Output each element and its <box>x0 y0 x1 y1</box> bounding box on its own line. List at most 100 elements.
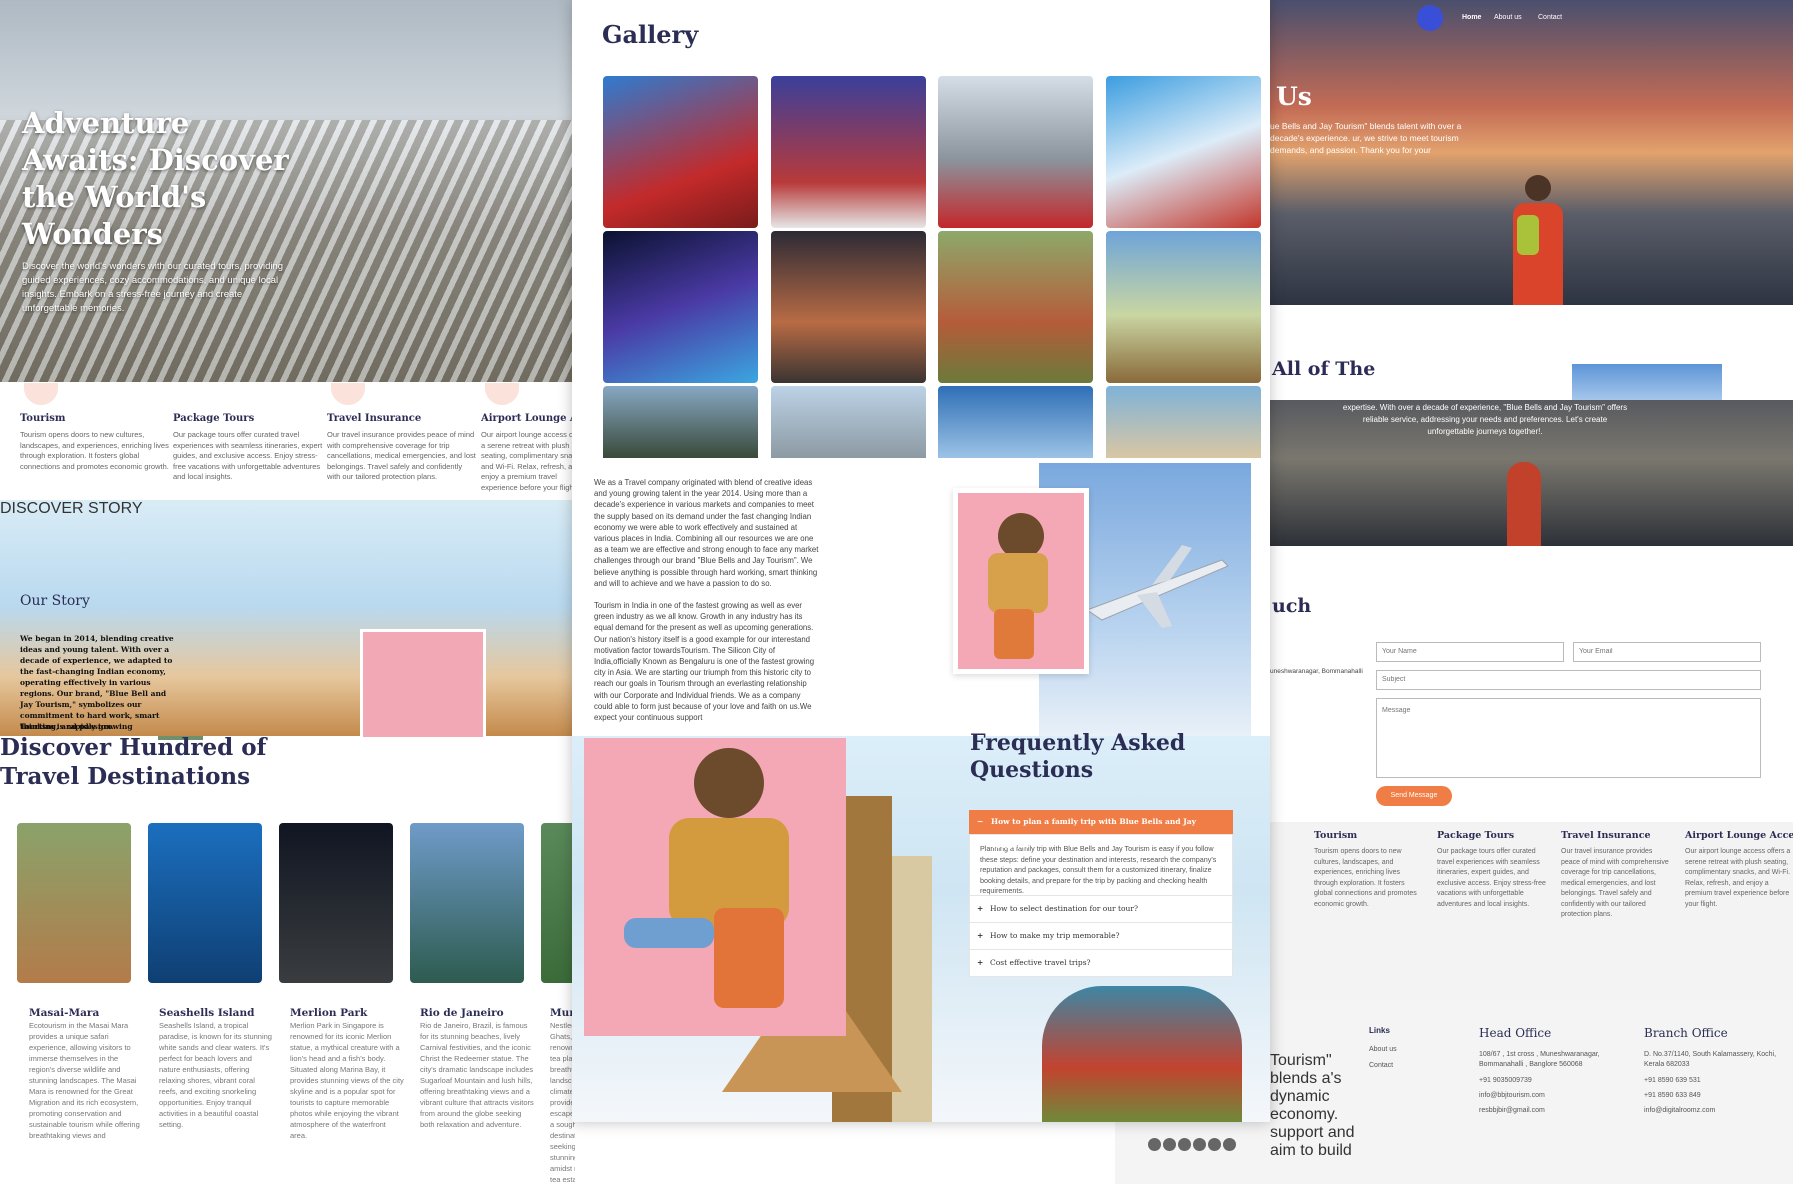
about-paragraph-2: Tourism in India in one of the fastest g… <box>594 601 815 723</box>
hero-banner: Adventure Awaits: Discover the World's W… <box>0 0 575 382</box>
nav-about[interactable]: About us <box>1494 14 1522 21</box>
branch-office-title: Branch Office <box>1644 1026 1728 1040</box>
branch-office-address: Kerala 682033 <box>1644 1061 1690 1068</box>
head-office-phone[interactable]: +91 9035009739 <box>1479 1076 1629 1086</box>
service-card-airport-lounge: Airport Lounge Acce Our airport lounge a… <box>481 383 575 493</box>
branch-office-email[interactable]: info@digitalroomz.com <box>1644 1106 1792 1116</box>
destination-text: Rio de Janeiro, Brazil, is famous for it… <box>420 1021 534 1129</box>
gallery-image-5[interactable] <box>603 231 758 383</box>
destination-image-rio[interactable] <box>410 823 524 983</box>
logo-icon[interactable] <box>1417 5 1443 31</box>
destination-image-masai-mara[interactable] <box>17 823 131 983</box>
destination-image-munnar[interactable] <box>541 823 575 983</box>
traveler-photo <box>953 488 1089 674</box>
footer-link-contact[interactable]: Contact <box>1369 1061 1449 1071</box>
about-hero-banner: Home About us Contact Us ue Bells and Ja… <box>1270 0 1793 305</box>
email-input[interactable] <box>1573 642 1761 662</box>
service-text: Our package tours offer curated travel e… <box>173 430 323 481</box>
about-text: We as a Travel company originated with b… <box>594 477 819 723</box>
gallery-image-7[interactable] <box>938 231 1093 383</box>
gallery-image-10[interactable] <box>771 386 926 458</box>
head-office-email[interactable]: resbbjbir@gmail.com <box>1479 1106 1629 1116</box>
pinterest-icon[interactable] <box>1223 1138 1236 1151</box>
linkedin-icon[interactable] <box>1193 1138 1206 1151</box>
facebook-icon[interactable] <box>1178 1138 1191 1151</box>
message-textarea[interactable] <box>1376 698 1761 778</box>
service-title: Package Tours <box>173 413 255 424</box>
plus-icon: + <box>977 931 984 940</box>
minus-icon: − <box>977 817 984 826</box>
gallery-title: Gallery <box>602 20 699 49</box>
subject-input[interactable] <box>1376 670 1761 690</box>
destination-image-seashells[interactable] <box>148 823 262 983</box>
head-office-email[interactable]: info@bbjtourism.com <box>1479 1091 1629 1101</box>
contact-address: uneshwaranagar, Bommanahalli <box>1270 668 1363 675</box>
story-title: Our Story <box>20 593 90 609</box>
destination-image-merlion[interactable] <box>279 823 393 983</box>
service-title: Tourism <box>1314 830 1358 841</box>
head-office-address: 108/67 , 1st cross , Muneshwaranagar, <box>1479 1051 1600 1058</box>
service-card-airport-lounge: Airport Lounge Access Our airport lounge… <box>1685 830 1793 910</box>
destination-text: Seashells Island, a tropical paradise, i… <box>159 1021 272 1129</box>
service-card-tourism: Tourism Tourism opens doors to new cultu… <box>20 383 170 493</box>
send-message-button[interactable]: Send Message <box>1376 786 1452 806</box>
destination-name: Merlion Park <box>290 1007 368 1019</box>
story-text: We began in 2014, blending creative idea… <box>20 634 174 731</box>
hero-title: Adventure Awaits: Discover the World's W… <box>22 106 289 251</box>
gallery-image-4[interactable] <box>1106 76 1261 228</box>
faq-question-label: How to select destination for our tour? <box>990 904 1138 913</box>
strip-text: expertise. With over a decade of experie… <box>1342 403 1628 436</box>
service-card-tourism: Tourism Tourism opens doors to new cultu… <box>1314 830 1424 910</box>
head-office-address: Bommanahalli , Banglore 560068 <box>1479 1061 1583 1068</box>
footer-link-about[interactable]: About us <box>1369 1045 1449 1055</box>
st-basil-cathedral-image <box>1042 986 1242 1122</box>
left-page-panel: Adventure Awaits: Discover the World's W… <box>0 0 575 1204</box>
hero-text: Discover the world's wonders with our cu… <box>22 261 284 314</box>
branch-office-phone[interactable]: +91 8590 639 531 <box>1644 1076 1792 1086</box>
gallery-image-3[interactable] <box>938 76 1093 228</box>
faq-question[interactable]: + How to select destination for our tour… <box>969 896 1233 923</box>
nav-contact[interactable]: Contact <box>1538 14 1562 21</box>
faq-accordion: − How to plan a family trip with Blue Be… <box>969 810 1233 977</box>
service-card-package-tours: Package Tours Our package tours offer cu… <box>173 383 323 493</box>
service-title: Travel Insurance <box>327 413 422 424</box>
faq-question-label: Cost effective travel trips? <box>990 958 1091 967</box>
airplane-image <box>1085 545 1229 628</box>
gallery-image-11[interactable] <box>938 386 1093 458</box>
sky-image <box>1572 364 1722 402</box>
gallery-image-2[interactable] <box>771 76 926 228</box>
gallery-image-12[interactable] <box>1106 386 1261 458</box>
service-text: Our travel insurance provides peace of m… <box>327 430 476 481</box>
instagram-icon[interactable] <box>1148 1138 1161 1151</box>
faq-question-open[interactable]: − How to plan a family trip with Blue Be… <box>969 810 1233 850</box>
service-title: Airport Lounge Access <box>1685 830 1793 841</box>
branch-office-phone[interactable]: +91 8590 633 849 <box>1644 1091 1792 1101</box>
gallery-image-1[interactable] <box>603 76 758 228</box>
nav-home[interactable]: Home <box>1462 14 1481 21</box>
gallery-image-8[interactable] <box>1106 231 1261 383</box>
faq-question[interactable]: + Cost effective travel trips? <box>969 950 1233 977</box>
traveler-photo <box>584 738 846 1036</box>
faq-question[interactable]: + How to make my trip memorable? <box>969 923 1233 950</box>
about-hero-text: ue Bells and Jay Tourism" blends talent … <box>1270 121 1462 155</box>
destination-text: Ecotourism in the Masai Mara provides a … <box>29 1021 140 1140</box>
story-text-more: Tourism is rapidly growing <box>20 722 133 731</box>
footer-branch-office: Branch Office D. No.37/1140, South Kalam… <box>1644 1026 1792 1116</box>
service-text: Our airport lounge access offers a seren… <box>1685 848 1791 908</box>
name-input[interactable] <box>1376 642 1564 662</box>
traveler-photo <box>360 629 486 740</box>
footer-links-title: Links <box>1369 1026 1390 1035</box>
lounge-icon <box>485 383 519 405</box>
social-icons <box>1148 1138 1238 1156</box>
service-text: Our package tours offer curated travel e… <box>1437 848 1546 908</box>
twitter-icon[interactable] <box>1163 1138 1176 1151</box>
footer-head-office: Head Office 108/67 , 1st cross , Muneshw… <box>1479 1026 1629 1116</box>
plus-icon: + <box>977 904 984 913</box>
center-page-panel: Gallery We as a Travel company originate… <box>572 0 1270 1122</box>
gallery-image-6[interactable] <box>771 231 926 383</box>
youtube-icon[interactable] <box>1208 1138 1221 1151</box>
service-text: Our airport lounge access offers a seren… <box>481 430 575 492</box>
service-card-travel-insurance: Travel Insurance Our travel insurance pr… <box>327 383 477 493</box>
service-card-travel-insurance: Travel Insurance Our travel insurance pr… <box>1561 830 1671 921</box>
gallery-image-9[interactable] <box>603 386 758 458</box>
